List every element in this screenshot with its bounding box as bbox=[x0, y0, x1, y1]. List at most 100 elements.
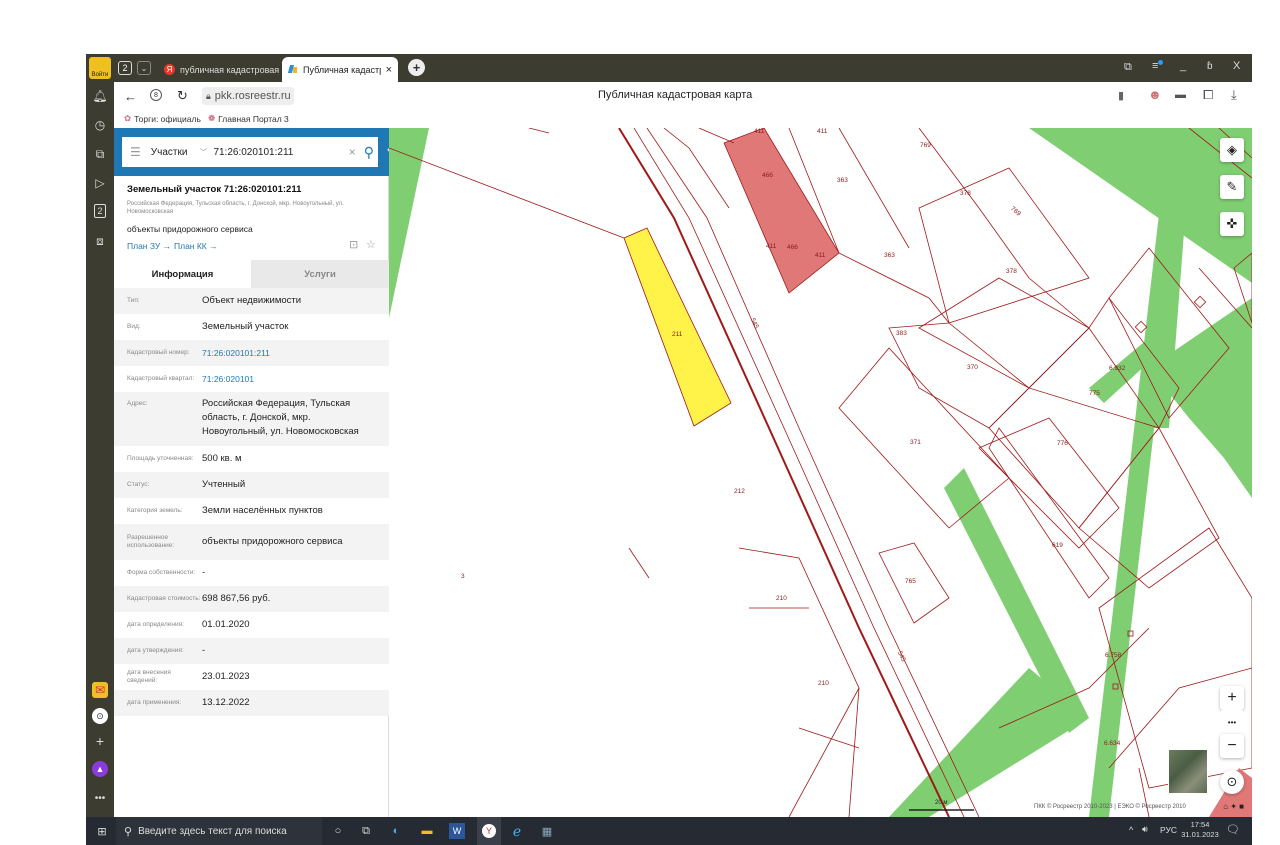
mail-icon[interactable]: ✉ bbox=[92, 682, 108, 698]
parcel-number-label: 769 bbox=[920, 142, 931, 149]
info-row-value: Объект недвижимости bbox=[202, 295, 302, 307]
measure-button[interactable]: ✎ bbox=[1220, 175, 1244, 199]
clock[interactable]: 17:54 31.01.2023 bbox=[1180, 820, 1220, 840]
zoom-in-button[interactable]: + bbox=[1220, 686, 1244, 710]
calculator-icon[interactable]: ▦ bbox=[539, 823, 555, 839]
menu-icon[interactable]: ≡ bbox=[1152, 60, 1164, 72]
tab-title: публичная кадастровая к bbox=[180, 64, 280, 75]
parcel-number-label: 411 bbox=[815, 252, 826, 259]
parcel-title: Земельный участок 71:26:020101:211 bbox=[127, 184, 302, 195]
tabs-menu-button[interactable]: ⌄ bbox=[137, 61, 151, 75]
page-title: Публичная кадастровая карта bbox=[598, 89, 753, 101]
info-row-key: дата применения: bbox=[127, 699, 182, 707]
tab-count-button[interactable]: 2 bbox=[118, 61, 132, 75]
windows-start-icon[interactable]: ⊞ bbox=[94, 823, 110, 839]
pencil-icon: ✎ bbox=[1226, 179, 1238, 194]
info-row-key: Тип: bbox=[127, 297, 140, 305]
zoom-to-icon[interactable]: ⊡ bbox=[349, 238, 358, 251]
hamburger-icon[interactable]: ☰ bbox=[130, 145, 141, 159]
info-row-key: Адрес: bbox=[127, 400, 148, 407]
add-panel-icon[interactable]: + bbox=[92, 733, 108, 749]
tab-pkk[interactable]: Публичная кадастрова × bbox=[282, 57, 398, 82]
search-input[interactable]: ☰ Участки ﹀ 71:26:020101:211 × ⚲ bbox=[122, 137, 378, 167]
map-corner-icons[interactable]: ⌂ ✦ ■ bbox=[1223, 802, 1244, 811]
language-indicator[interactable]: РУС bbox=[1160, 825, 1177, 835]
search-category[interactable]: Участки bbox=[151, 147, 188, 158]
badge-2-icon[interactable]: 2 bbox=[94, 204, 106, 218]
parcel-number-label: 378 bbox=[960, 190, 971, 197]
satellite-thumbnail[interactable] bbox=[1168, 749, 1208, 794]
layers-button[interactable]: ◈ bbox=[1220, 138, 1244, 162]
notifications-icon[interactable]: 🗨︎ bbox=[1226, 823, 1240, 836]
locate-button[interactable]: ✜ bbox=[1220, 212, 1244, 236]
more-icon[interactable]: ••• bbox=[92, 790, 108, 806]
clear-icon[interactable]: × bbox=[349, 145, 356, 159]
taskbar-search-placeholder: Введите здесь текст для поиска bbox=[138, 825, 287, 837]
tab-information[interactable]: Информация bbox=[114, 260, 251, 288]
close-window-button[interactable]: X bbox=[1233, 60, 1240, 72]
close-tab-icon[interactable]: × bbox=[386, 64, 392, 76]
shield-icon[interactable]: ▬ bbox=[1175, 89, 1186, 101]
link-plan-zu[interactable]: План ЗУ → bbox=[127, 241, 171, 251]
explorer-icon[interactable]: ▬ bbox=[419, 823, 435, 839]
history-icon[interactable]: ◷ bbox=[92, 117, 108, 133]
protect-icon[interactable]: 8 bbox=[150, 89, 162, 101]
clock-date: 31.01.2023 bbox=[1181, 829, 1219, 839]
info-row: Кадастровый номер: 71:26:020101:211 bbox=[114, 340, 389, 366]
edge-icon[interactable]: ◐ bbox=[388, 823, 404, 839]
minimize-button[interactable]: _ bbox=[1180, 60, 1186, 72]
parcel-number-label: 210 bbox=[818, 680, 829, 687]
bookmark-item[interactable]: ✿ Торги: официаль bbox=[124, 113, 201, 124]
bookmark-item[interactable]: ❁ Главная Портал 3 bbox=[208, 113, 289, 124]
map-canvas[interactable]: 411 411 466 466 411 411 363 363 769 378 378 769 383 3… bbox=[389, 128, 1252, 817]
volume-icon[interactable]: 🔊︎ bbox=[1142, 824, 1148, 835]
ie-icon[interactable]: ℯ bbox=[509, 823, 525, 839]
word-icon[interactable]: W bbox=[449, 823, 465, 839]
chevron-down-icon[interactable]: ﹀ bbox=[199, 147, 207, 158]
map-svg[interactable] bbox=[389, 128, 1252, 817]
info-row-key: Вид: bbox=[127, 323, 141, 331]
back-icon[interactable]: ← bbox=[124, 89, 137, 104]
bookmark-label: Торги: официаль bbox=[134, 113, 201, 124]
info-row-key: Разрешенное использование: bbox=[127, 534, 175, 549]
info-row-value[interactable]: 71:26:020101 bbox=[202, 373, 389, 385]
zoom-more-button[interactable]: ••• bbox=[1220, 710, 1244, 734]
tray-chevron-icon[interactable]: ^ bbox=[1129, 825, 1133, 835]
screenshot-icon[interactable]: ⧈ bbox=[92, 233, 108, 249]
play-icon[interactable]: ▷ bbox=[92, 175, 108, 191]
restore-button[interactable]: ɓ bbox=[1207, 61, 1213, 72]
tab-services[interactable]: Услуги bbox=[251, 260, 389, 288]
search-query[interactable]: 71:26:020101:211 bbox=[213, 147, 348, 158]
extension-icon[interactable]: ☻ bbox=[1148, 87, 1162, 102]
cortana-icon[interactable]: ○ bbox=[330, 823, 346, 839]
download-icon[interactable]: ⤓ bbox=[1231, 87, 1237, 103]
yandex-browser-icon[interactable]: Y bbox=[477, 817, 501, 845]
login-button[interactable]: Войти bbox=[89, 57, 111, 79]
alice-icon[interactable]: ▲ bbox=[92, 761, 108, 777]
collections-icon[interactable]: ⧉ bbox=[92, 146, 108, 162]
bookmark-icon[interactable]: ▮ bbox=[1118, 89, 1124, 102]
zoom-out-button[interactable]: − bbox=[1220, 734, 1244, 758]
puzzle-icon[interactable]: ⧠ bbox=[1203, 87, 1213, 103]
parcel-number-label: 6.932 bbox=[1109, 365, 1126, 372]
bookmarks-bar: ✿ Торги: официаль ❁ Главная Портал 3 bbox=[114, 110, 1252, 128]
info-row-value: 698 867,56 руб. bbox=[202, 593, 271, 605]
reload-icon[interactable]: ↻ bbox=[177, 88, 188, 104]
task-view-icon[interactable]: ⧉ bbox=[358, 823, 374, 839]
taskbar-search[interactable]: ⚲ Введите здесь текст для поиска bbox=[116, 817, 322, 845]
url-field[interactable]: 🔒︎ pkk.rosreestr.ru bbox=[202, 87, 294, 105]
parcel-number-label: 411 bbox=[817, 128, 828, 135]
parcel-number-label: 765 bbox=[905, 578, 916, 585]
favorite-star-icon[interactable]: ☆ bbox=[366, 238, 376, 251]
link-plan-kk[interactable]: План КК → bbox=[174, 241, 218, 251]
url-text: pkk.rosreestr.ru bbox=[214, 90, 291, 102]
tab-yandex-search[interactable]: Я публичная кадастровая к bbox=[158, 57, 280, 82]
collections-icon[interactable]: ⧉ bbox=[1124, 61, 1132, 74]
compass-button[interactable]: ⊙ bbox=[1220, 770, 1244, 794]
search-icon[interactable]: ⚲ bbox=[364, 144, 374, 161]
lock-icon: 🔒︎ bbox=[206, 90, 211, 101]
messenger-icon[interactable]: ⊙ bbox=[92, 708, 108, 724]
new-tab-button[interactable]: + bbox=[408, 59, 425, 76]
info-row-value[interactable]: 71:26:020101:211 bbox=[202, 347, 389, 359]
bell-icon[interactable]: 🔔︎ bbox=[92, 88, 108, 104]
